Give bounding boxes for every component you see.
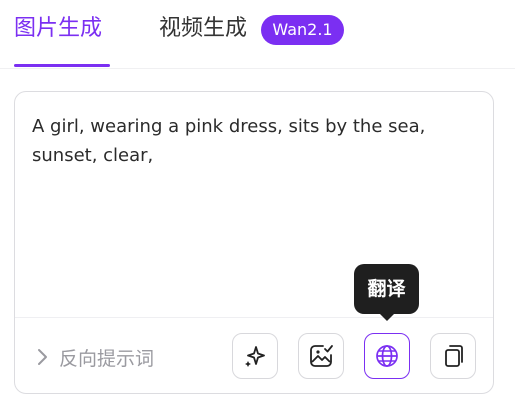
translate-tooltip: 翻译 bbox=[354, 264, 419, 314]
negative-prompt-toggle[interactable]: 反向提示词 bbox=[37, 340, 154, 374]
copy-button[interactable] bbox=[430, 333, 476, 379]
magic-enhance-button[interactable] bbox=[232, 333, 278, 379]
translate-button[interactable] bbox=[364, 333, 410, 379]
chevron-right-icon bbox=[38, 349, 47, 365]
image-edit-button[interactable] bbox=[298, 333, 344, 379]
sparkle-icon bbox=[245, 346, 265, 367]
mode-tabs: 图片生成 视频生成 Wan2.1 bbox=[0, 0, 515, 69]
tooltip-arrow bbox=[379, 313, 395, 321]
image-edit-icon bbox=[310, 345, 333, 367]
negative-prompt-label: 反向提示词 bbox=[59, 347, 155, 370]
tab-video-generation[interactable]: 视频生成 bbox=[159, 12, 247, 46]
prompt-panel: A girl, wearing a pink dress, sits by th… bbox=[14, 91, 494, 394]
tab-image-generation[interactable]: 图片生成 bbox=[14, 12, 102, 46]
prompt-input[interactable]: A girl, wearing a pink dress, sits by th… bbox=[32, 112, 472, 170]
panel-divider bbox=[15, 317, 493, 318]
active-tab-indicator bbox=[14, 64, 110, 67]
globe-icon bbox=[376, 345, 398, 367]
model-version-badge: Wan2.1 bbox=[261, 15, 344, 45]
copy-icon bbox=[445, 345, 463, 367]
